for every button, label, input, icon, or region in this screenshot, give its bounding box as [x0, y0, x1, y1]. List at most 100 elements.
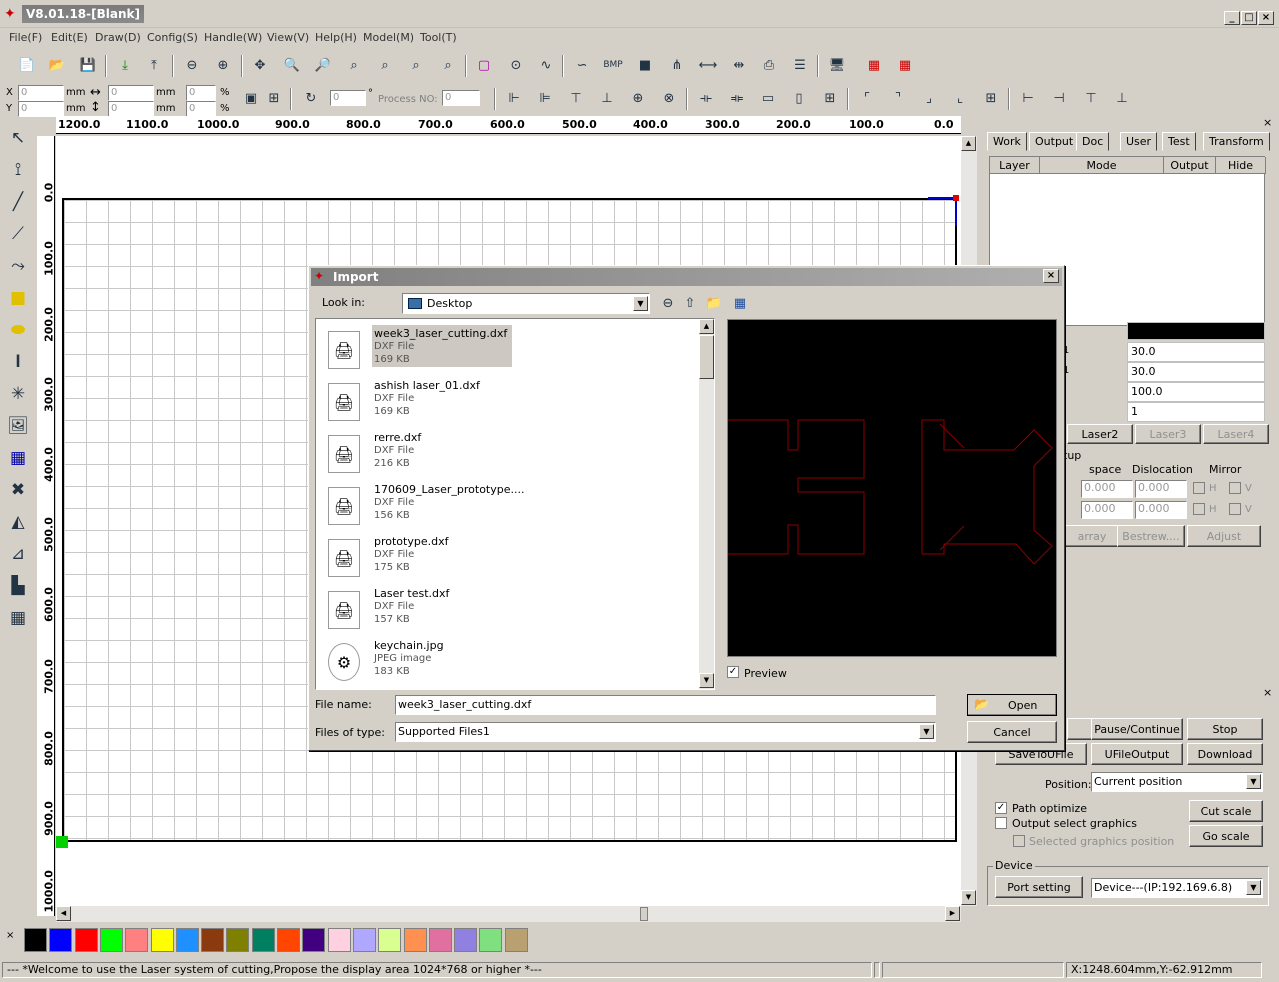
align-center-v-icon[interactable]: ⊗ [658, 87, 680, 109]
to-left-icon[interactable]: ⊢ [1017, 87, 1039, 109]
redo-icon[interactable]: ⊕ [212, 54, 234, 76]
file-name-input[interactable]: week3_laser_cutting.dxf [395, 695, 936, 715]
new-file-icon[interactable]: 📄 [16, 54, 38, 76]
output-col-header[interactable]: Output [1164, 157, 1216, 174]
position-grid-icon[interactable]: ⊞ [263, 87, 285, 109]
list-item[interactable]: ⚙ keychain.jpg JPEG image 183 KB [322, 639, 512, 683]
scroll-left-button[interactable]: ◀ [56, 906, 71, 921]
color-swatch[interactable] [327, 928, 351, 952]
file-type-dropdown-icon[interactable]: ▼ [919, 724, 934, 739]
color-swatch[interactable] [454, 928, 478, 952]
zoom-in-icon[interactable]: 🔍 [281, 54, 303, 76]
color-swatch[interactable] [403, 928, 427, 952]
cancel-button[interactable]: Cancel [967, 721, 1057, 743]
select-rect-icon[interactable]: ▢ [473, 54, 495, 76]
menu-model[interactable]: Model(M) [363, 31, 414, 44]
file-scroll-thumb[interactable] [699, 335, 714, 379]
tab-user[interactable]: User [1120, 132, 1158, 151]
center-page-icon[interactable]: ⊞ [980, 87, 1002, 109]
dislocation-y-input[interactable]: 0.000 [1135, 501, 1187, 519]
space-x-input[interactable]: 0.000 [1081, 480, 1133, 498]
x-input[interactable]: 0 [18, 85, 64, 101]
color-swatch[interactable] [175, 928, 199, 952]
angle-input[interactable]: 0 [330, 90, 366, 106]
list-item[interactable]: 🖨 ashish laser_01.dxf DXF File 169 KB [322, 379, 512, 423]
pause-continue-button[interactable]: Pause/Continue [1091, 718, 1183, 740]
grid-red2-icon[interactable]: ▦ [894, 54, 916, 76]
menu-edit[interactable]: Edit(E) [51, 31, 88, 44]
selected-pos-checkbox[interactable] [1013, 835, 1025, 847]
list-item[interactable]: 🖨 rerre.dxf DXF File 216 KB [322, 431, 512, 475]
layer-col-header[interactable]: Layer [990, 157, 1040, 174]
file-scroll-up-button[interactable]: ▲ [699, 319, 714, 334]
image-icon[interactable]: 🖼 [4, 412, 32, 440]
curve-edit-icon[interactable]: ∿ [535, 54, 557, 76]
laser-head-icon[interactable]: ▙ [4, 572, 32, 600]
same-size-icon[interactable]: ⊞ [819, 87, 841, 109]
panel-close-icon[interactable]: × [1263, 116, 1272, 129]
save-icon[interactable]: 💾 [77, 54, 99, 76]
up-folder-icon[interactable]: ⇧ [679, 292, 701, 314]
text-icon[interactable]: 𝐈 [4, 348, 32, 376]
monitor-icon[interactable]: 🖥 [826, 54, 848, 76]
stop-button[interactable]: Stop [1187, 718, 1263, 740]
same-height-icon[interactable]: ▯ [788, 87, 810, 109]
line-icon[interactable]: ╱ [4, 188, 32, 216]
file-list[interactable]: 🖨 week3_laser_cutting.dxf DXF File 169 K… [315, 318, 715, 690]
adjust-button[interactable]: Adjust [1187, 525, 1261, 547]
color-swatch[interactable] [74, 928, 98, 952]
bitmap-icon[interactable]: BMP [602, 54, 624, 76]
device-select[interactable]: Device---(IP:192.169.6.8) [1091, 878, 1263, 898]
rotate-icon[interactable]: ↻ [300, 87, 322, 109]
color-swatch[interactable] [49, 928, 73, 952]
color-swatch[interactable] [428, 928, 452, 952]
laser3-tab[interactable]: Laser3 [1135, 424, 1201, 444]
list-item[interactable]: 🖨 prototype.dxf DXF File 175 KB [322, 535, 512, 579]
position-select[interactable]: Current position [1091, 772, 1263, 792]
go-scale-button[interactable]: Go scale [1189, 825, 1263, 847]
square-icon[interactable]: ■ [634, 54, 656, 76]
minimize-button[interactable]: _ [1224, 11, 1240, 25]
color-swatch[interactable] [201, 928, 225, 952]
list-icon[interactable]: ☰ [789, 54, 811, 76]
tab-transform[interactable]: Transform [1203, 132, 1270, 151]
polyline-icon[interactable]: ⟋ [4, 220, 32, 248]
color-swatch[interactable] [24, 928, 47, 952]
mirror-v2-checkbox[interactable] [1229, 503, 1241, 515]
scroll-right-button[interactable]: ▶ [945, 906, 960, 921]
new-folder-icon[interactable]: 📁 [703, 292, 725, 314]
corner-bl-icon[interactable]: ⌞ [949, 87, 971, 109]
curve-icon[interactable]: ⤳ [4, 252, 32, 280]
scroll-up-button[interactable]: ▲ [961, 136, 976, 151]
undo-icon[interactable]: ⊖ [181, 54, 203, 76]
y-input[interactable]: 0 [18, 101, 64, 117]
output-panel-close-icon[interactable]: × [1263, 686, 1272, 699]
tab-work[interactable]: Work [987, 132, 1027, 151]
ellipse-icon[interactable]: ⬬ [4, 316, 32, 344]
printer-icon[interactable]: ⎙ [758, 54, 780, 76]
space-y-input[interactable]: 0.000 [1081, 501, 1133, 519]
param-value4[interactable]: 1 [1127, 402, 1265, 422]
menu-help[interactable]: Help(H) [315, 31, 357, 44]
color-swatch[interactable] [125, 928, 149, 952]
zoom-select-icon[interactable]: ⌕ [405, 54, 427, 76]
color-swatch[interactable] [150, 928, 174, 952]
align-width-icon[interactable]: ⇹ [728, 54, 750, 76]
download-button[interactable]: Download [1187, 743, 1263, 765]
mirror-v-icon[interactable]: ⊿ [4, 540, 32, 568]
scroll-down-button[interactable]: ▼ [961, 890, 976, 905]
list-item[interactable]: 🖨 Laser test.dxf DXF File 157 KB [322, 587, 512, 631]
array-button[interactable]: array [1063, 525, 1121, 547]
mode-col-header[interactable]: Mode [1040, 157, 1164, 174]
list-item[interactable]: 🖨 170609_Laser_prototype.... DXF File 15… [322, 483, 524, 527]
tab-output[interactable]: Output [1029, 132, 1080, 151]
preview-checkbox[interactable]: ✓ [727, 666, 739, 678]
to-top-icon[interactable]: ⊤ [1080, 87, 1102, 109]
device-dropdown-icon[interactable]: ▼ [1246, 880, 1261, 895]
scale-x-input[interactable]: 0 [186, 85, 216, 101]
tab-test[interactable]: Test [1162, 132, 1196, 151]
height-input[interactable]: 0 [108, 101, 154, 117]
open-folder-icon[interactable]: 📂 [46, 54, 68, 76]
zoom-page-icon[interactable]: ⌕ [343, 54, 365, 76]
menu-tool[interactable]: Tool(T) [420, 31, 457, 44]
